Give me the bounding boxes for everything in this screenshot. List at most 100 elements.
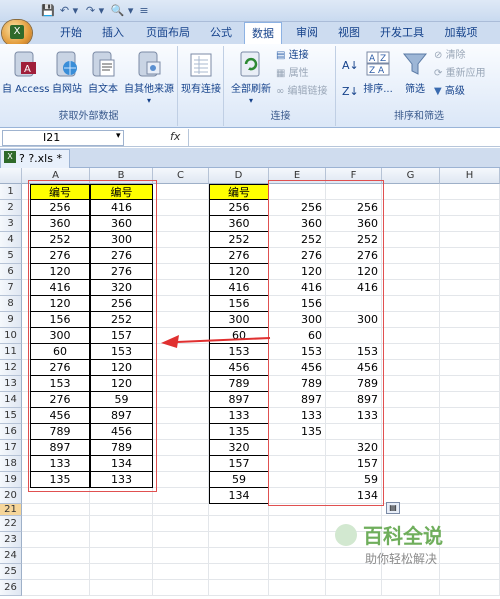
cell[interactable]: [382, 280, 440, 296]
row-header[interactable]: 3: [0, 216, 22, 232]
tab-developer[interactable]: 开发工具: [374, 22, 430, 44]
cell[interactable]: [269, 548, 326, 564]
undo-icon[interactable]: ↶ ▾: [58, 3, 80, 19]
row-header[interactable]: 21: [0, 504, 22, 516]
data-cell[interactable]: 256: [209, 200, 269, 216]
cell[interactable]: [269, 564, 326, 580]
cell[interactable]: [382, 296, 440, 312]
existing-connections-button[interactable]: 现有连接: [180, 50, 222, 95]
cell[interactable]: [209, 564, 269, 580]
row-header[interactable]: 24: [0, 548, 22, 564]
data-cell[interactable]: 320: [209, 440, 269, 456]
function-icon[interactable]: fx: [170, 130, 180, 143]
cell[interactable]: [269, 516, 326, 532]
column-header-d[interactable]: D: [209, 168, 269, 184]
cell[interactable]: [90, 504, 153, 516]
cell[interactable]: [440, 504, 500, 516]
from-access-button[interactable]: A 自 Access: [2, 50, 49, 95]
data-cell[interactable]: 360: [209, 216, 269, 232]
tab-data[interactable]: 数据: [244, 22, 282, 45]
properties-button[interactable]: ▦ 属性: [276, 66, 309, 82]
row-header[interactable]: 1: [0, 184, 22, 200]
header-cell[interactable]: 编号: [209, 184, 269, 200]
tab-review[interactable]: 审阅: [290, 22, 324, 44]
cell[interactable]: [440, 280, 500, 296]
cell[interactable]: [440, 248, 500, 264]
tab-insert[interactable]: 插入: [96, 22, 130, 44]
office-button[interactable]: X: [2, 20, 32, 46]
preview-icon[interactable]: 🔍 ▾: [110, 3, 134, 19]
row-header[interactable]: 6: [0, 264, 22, 280]
chevron-down-icon[interactable]: ▾: [116, 131, 121, 141]
cell[interactable]: [153, 280, 209, 296]
document-tab[interactable]: X ? ?.xls *: [0, 149, 70, 168]
cell[interactable]: [153, 408, 209, 424]
cell[interactable]: [153, 532, 209, 548]
cell[interactable]: [90, 532, 153, 548]
cell[interactable]: [440, 488, 500, 504]
clear-button[interactable]: ⊘ 清除: [434, 48, 466, 64]
cell[interactable]: [22, 504, 90, 516]
cell[interactable]: [440, 360, 500, 376]
cell[interactable]: [440, 184, 500, 200]
cell[interactable]: [382, 440, 440, 456]
from-other-sources-button[interactable]: 自其他来源 ▾: [122, 50, 176, 106]
tab-formulas[interactable]: 公式: [204, 22, 238, 44]
row-header[interactable]: 16: [0, 424, 22, 440]
column-header-c[interactable]: C: [153, 168, 209, 184]
sort-button[interactable]: AZZ A 排序...: [360, 50, 396, 95]
row-header[interactable]: 9: [0, 312, 22, 328]
cell[interactable]: [440, 456, 500, 472]
row-header[interactable]: 4: [0, 232, 22, 248]
tab-home[interactable]: 开始: [54, 22, 88, 44]
data-cell[interactable]: 135: [209, 424, 269, 440]
cell[interactable]: [382, 232, 440, 248]
cell[interactable]: [153, 312, 209, 328]
cell[interactable]: [153, 264, 209, 280]
cell[interactable]: [382, 264, 440, 280]
cell[interactable]: [22, 564, 90, 580]
cell[interactable]: [382, 184, 440, 200]
reapply-button[interactable]: ⟳ 重新应用: [434, 66, 486, 82]
cell[interactable]: [382, 376, 440, 392]
cell[interactable]: [440, 440, 500, 456]
cell[interactable]: [153, 516, 209, 532]
cell[interactable]: [382, 408, 440, 424]
name-box[interactable]: I21: [2, 130, 124, 146]
row-header[interactable]: 10: [0, 328, 22, 344]
cell[interactable]: [209, 580, 269, 596]
cell[interactable]: [440, 392, 500, 408]
save-icon[interactable]: 💾: [40, 3, 56, 19]
advanced-button[interactable]: ▼ 高级: [434, 84, 465, 100]
cell[interactable]: [382, 392, 440, 408]
cell[interactable]: [326, 580, 382, 596]
row-header[interactable]: 2: [0, 200, 22, 216]
cell[interactable]: [382, 328, 440, 344]
row-header[interactable]: 5: [0, 248, 22, 264]
row-header[interactable]: 11: [0, 344, 22, 360]
cell[interactable]: [90, 548, 153, 564]
cell[interactable]: [382, 580, 440, 596]
cell[interactable]: [440, 424, 500, 440]
cell[interactable]: [209, 516, 269, 532]
cell[interactable]: [153, 564, 209, 580]
data-cell[interactable]: 416: [209, 280, 269, 296]
row-header[interactable]: 26: [0, 580, 22, 596]
data-cell[interactable]: 134: [209, 488, 269, 504]
cell[interactable]: [153, 548, 209, 564]
cell[interactable]: [440, 344, 500, 360]
data-cell[interactable]: 157: [209, 456, 269, 472]
cell[interactable]: [153, 232, 209, 248]
edit-links-button[interactable]: ∞ 编辑链接: [276, 84, 328, 100]
row-header[interactable]: 14: [0, 392, 22, 408]
cell[interactable]: [440, 216, 500, 232]
sort-desc-button[interactable]: Z↓: [342, 84, 359, 100]
cell[interactable]: [382, 424, 440, 440]
cell[interactable]: [22, 516, 90, 532]
column-header-g[interactable]: G: [382, 168, 440, 184]
formula-input[interactable]: [188, 129, 500, 147]
cell[interactable]: [382, 200, 440, 216]
cell[interactable]: [153, 200, 209, 216]
cell[interactable]: [22, 580, 90, 596]
row-header[interactable]: 25: [0, 564, 22, 580]
